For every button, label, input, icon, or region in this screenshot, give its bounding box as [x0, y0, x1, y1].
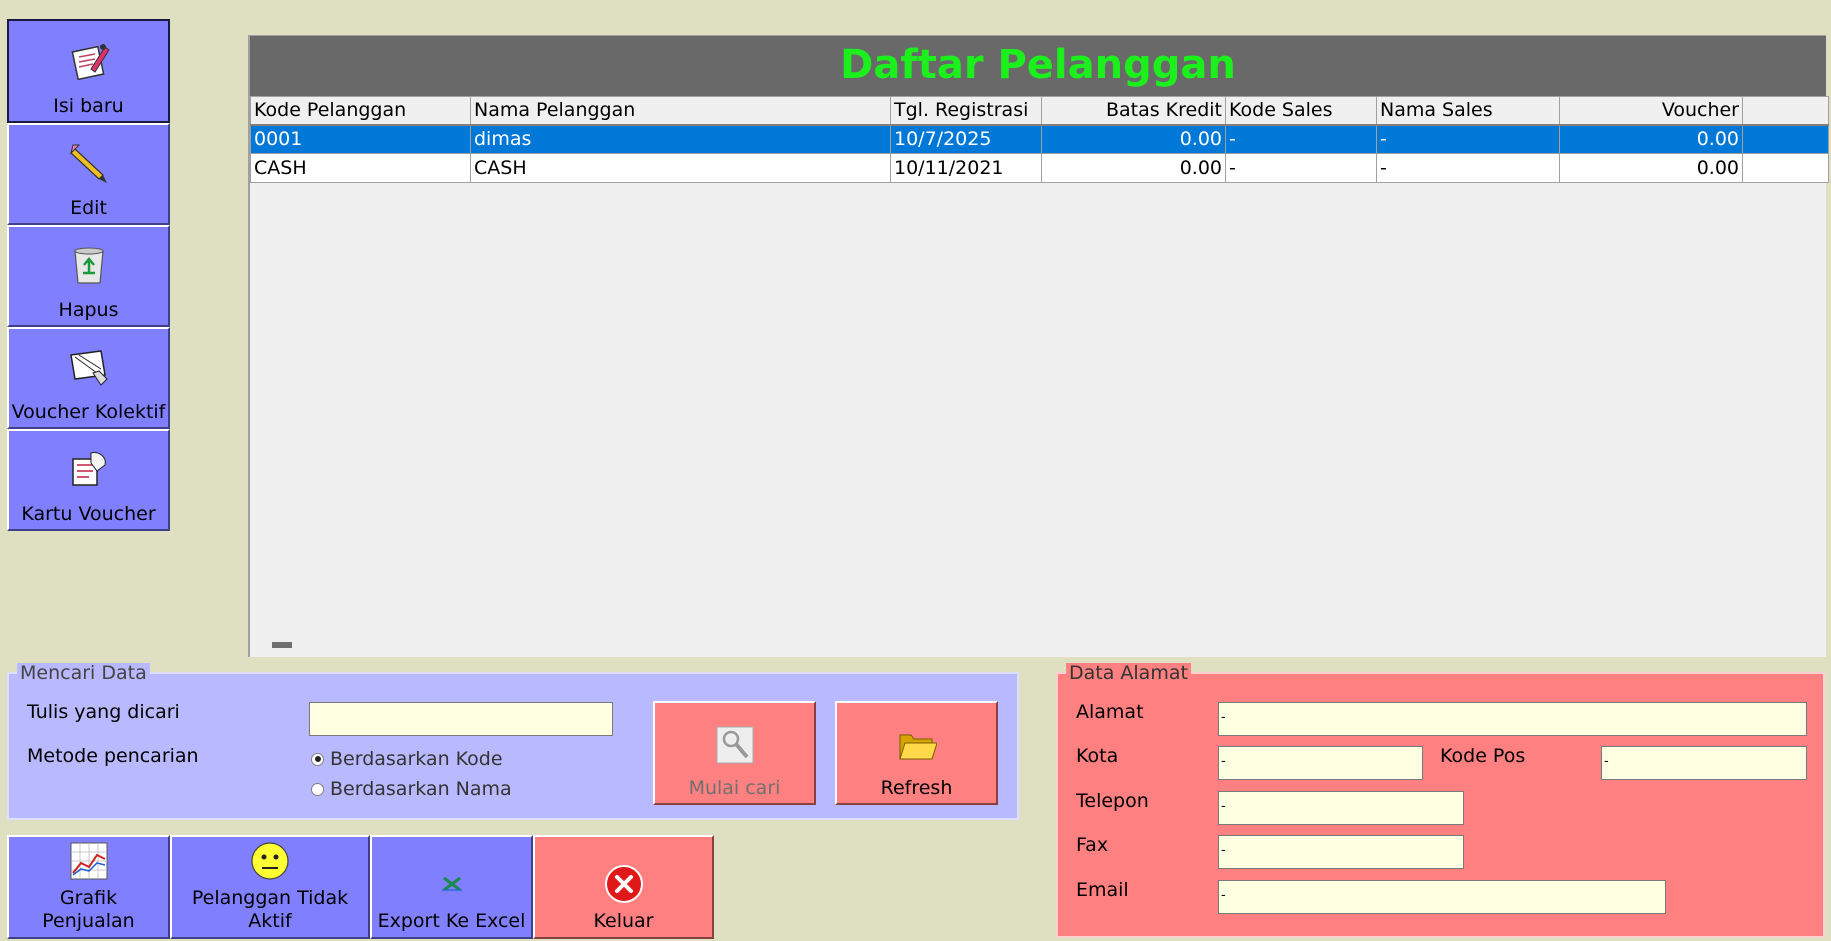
- cell-nama: dimas: [470, 124, 891, 154]
- edit-label: Edit: [70, 197, 107, 219]
- cell-nama-sales: -: [1376, 153, 1560, 183]
- export-excel-label: Export Ke Excel: [377, 910, 526, 932]
- pelanggan-tidak-aktif-label: Pelanggan Tidak Aktif: [191, 887, 349, 932]
- telepon-label: Telepon: [1076, 790, 1149, 812]
- refresh-label: Refresh: [880, 777, 953, 799]
- cell-nama-sales: -: [1376, 124, 1560, 154]
- alamat-label: Alamat: [1076, 701, 1144, 723]
- customer-table[interactable]: Kode Pelanggan Nama Pelanggan Tgl. Regis…: [250, 96, 1829, 183]
- col-header-batas-kredit[interactable]: Batas Kredit: [1041, 96, 1226, 126]
- voucher-card-icon: [71, 452, 106, 486]
- alamat-field[interactable]: -: [1218, 702, 1807, 736]
- grafik-penjualan-label: Grafik Penjualan: [42, 887, 135, 932]
- email-label: Email: [1076, 879, 1129, 901]
- fax-label: Fax: [1076, 834, 1109, 856]
- col-header-tgl-registrasi[interactable]: Tgl. Registrasi: [890, 96, 1042, 126]
- radio-dot: [311, 782, 324, 796]
- kota-field[interactable]: -: [1218, 746, 1423, 780]
- radio-nama-label: Berdasarkan Nama: [330, 778, 512, 800]
- isi-baru-button[interactable]: Isi baru: [7, 19, 170, 123]
- pencil-icon: [69, 144, 107, 183]
- horizontal-scrollbar-thumb[interactable]: [272, 642, 292, 648]
- kode-pos-field[interactable]: -: [1601, 746, 1807, 780]
- fax-field[interactable]: -: [1218, 835, 1464, 869]
- cell-batas-kredit: 0.00: [1041, 153, 1226, 183]
- voucher-kolektif-button[interactable]: Voucher Kolektif: [7, 327, 170, 429]
- cell-kode-sales: -: [1225, 124, 1377, 154]
- address-group-legend: Data Alamat: [1066, 663, 1191, 683]
- kartu-voucher-label: Kartu Voucher: [21, 503, 156, 525]
- keluar-button[interactable]: Keluar: [533, 835, 714, 939]
- table-row[interactable]: CASH CASH 10/11/2021 0.00 - - 0.00: [250, 153, 1829, 183]
- folder-icon: [898, 734, 937, 760]
- edit-button[interactable]: Edit: [7, 123, 170, 225]
- email-field[interactable]: -: [1218, 880, 1666, 914]
- kartu-voucher-button[interactable]: Kartu Voucher: [7, 429, 170, 531]
- col-header-voucher[interactable]: Voucher: [1559, 96, 1743, 126]
- col-header-kode-pelanggan[interactable]: Kode Pelanggan: [250, 96, 471, 126]
- cell-kode-sales: -: [1225, 153, 1377, 183]
- cell-filler: [1742, 153, 1829, 183]
- col-header-nama-sales[interactable]: Nama Sales: [1376, 96, 1560, 126]
- kode-pos-label: Kode Pos: [1440, 745, 1526, 767]
- cell-filler: [1742, 124, 1829, 154]
- col-header-nama-pelanggan[interactable]: Nama Pelanggan: [470, 96, 891, 126]
- keluar-label: Keluar: [593, 910, 654, 932]
- table-header-row: Kode Pelanggan Nama Pelanggan Tgl. Regis…: [250, 96, 1829, 126]
- mulai-cari-label: Mulai cari: [688, 777, 781, 799]
- refresh-button[interactable]: Refresh: [835, 701, 998, 805]
- search-input[interactable]: [309, 702, 613, 736]
- cell-kode: CASH: [250, 153, 471, 183]
- method-label: Metode pencarian: [27, 745, 199, 767]
- customer-grid-panel: Daftar Pelanggan Kode Pelanggan Nama Pel…: [248, 35, 1829, 657]
- radio-berdasarkan-kode[interactable]: Berdasarkan Kode: [311, 748, 503, 770]
- hapus-label: Hapus: [58, 299, 119, 321]
- search-group-legend: Mencari Data: [17, 663, 150, 683]
- cell-tgl: 10/11/2021: [890, 153, 1042, 183]
- cell-voucher: 0.00: [1559, 153, 1743, 183]
- voucher-kolektif-label: Voucher Kolektif: [11, 401, 166, 423]
- sales-chart-icon: [70, 842, 107, 880]
- pelanggan-tidak-aktif-button[interactable]: Pelanggan Tidak Aktif: [170, 835, 370, 939]
- close-icon: [604, 865, 643, 903]
- left-toolbar: Isi baru Edit Hapus Voucher Kolektif Kar…: [7, 19, 170, 531]
- radio-dot-selected: [311, 752, 324, 766]
- cell-nama: CASH: [470, 153, 891, 183]
- query-label: Tulis yang dicari: [27, 701, 180, 723]
- col-header-kode-sales[interactable]: Kode Sales: [1225, 96, 1377, 126]
- cell-tgl: 10/7/2025: [890, 124, 1042, 154]
- excel-icon: [441, 876, 462, 892]
- address-group: Data Alamat Alamat - Kota - Kode Pos - T…: [1056, 663, 1825, 938]
- table-row[interactable]: 0001 dimas 10/7/2025 0.00 - - 0.00: [250, 124, 1829, 154]
- telepon-field[interactable]: -: [1218, 791, 1464, 825]
- search-group: Mencari Data Tulis yang dicari Metode pe…: [7, 663, 1019, 820]
- new-entry-icon: [70, 44, 110, 81]
- radio-berdasarkan-nama[interactable]: Berdasarkan Nama: [311, 778, 512, 800]
- isi-baru-label: Isi baru: [53, 95, 124, 117]
- recycle-bin-icon: [73, 247, 104, 284]
- voucher-collective-icon: [69, 350, 108, 386]
- radio-kode-label: Berdasarkan Kode: [330, 748, 503, 770]
- export-excel-button[interactable]: Export Ke Excel: [370, 835, 533, 939]
- hapus-button[interactable]: Hapus: [7, 225, 170, 327]
- cell-batas-kredit: 0.00: [1041, 124, 1226, 154]
- col-header-filler: [1742, 96, 1829, 126]
- bottom-toolbar: Grafik Penjualan Pelanggan Tidak Aktif E…: [7, 835, 714, 939]
- grid-title: Daftar Pelanggan: [250, 36, 1826, 96]
- grafik-penjualan-button[interactable]: Grafik Penjualan: [7, 835, 170, 939]
- cell-voucher: 0.00: [1559, 124, 1743, 154]
- kota-label: Kota: [1076, 745, 1119, 767]
- neutral-face-icon: [251, 842, 289, 880]
- mulai-cari-button[interactable]: Mulai cari: [653, 701, 816, 805]
- search-magnifier-icon: [716, 726, 753, 764]
- cell-kode: 0001: [250, 124, 471, 154]
